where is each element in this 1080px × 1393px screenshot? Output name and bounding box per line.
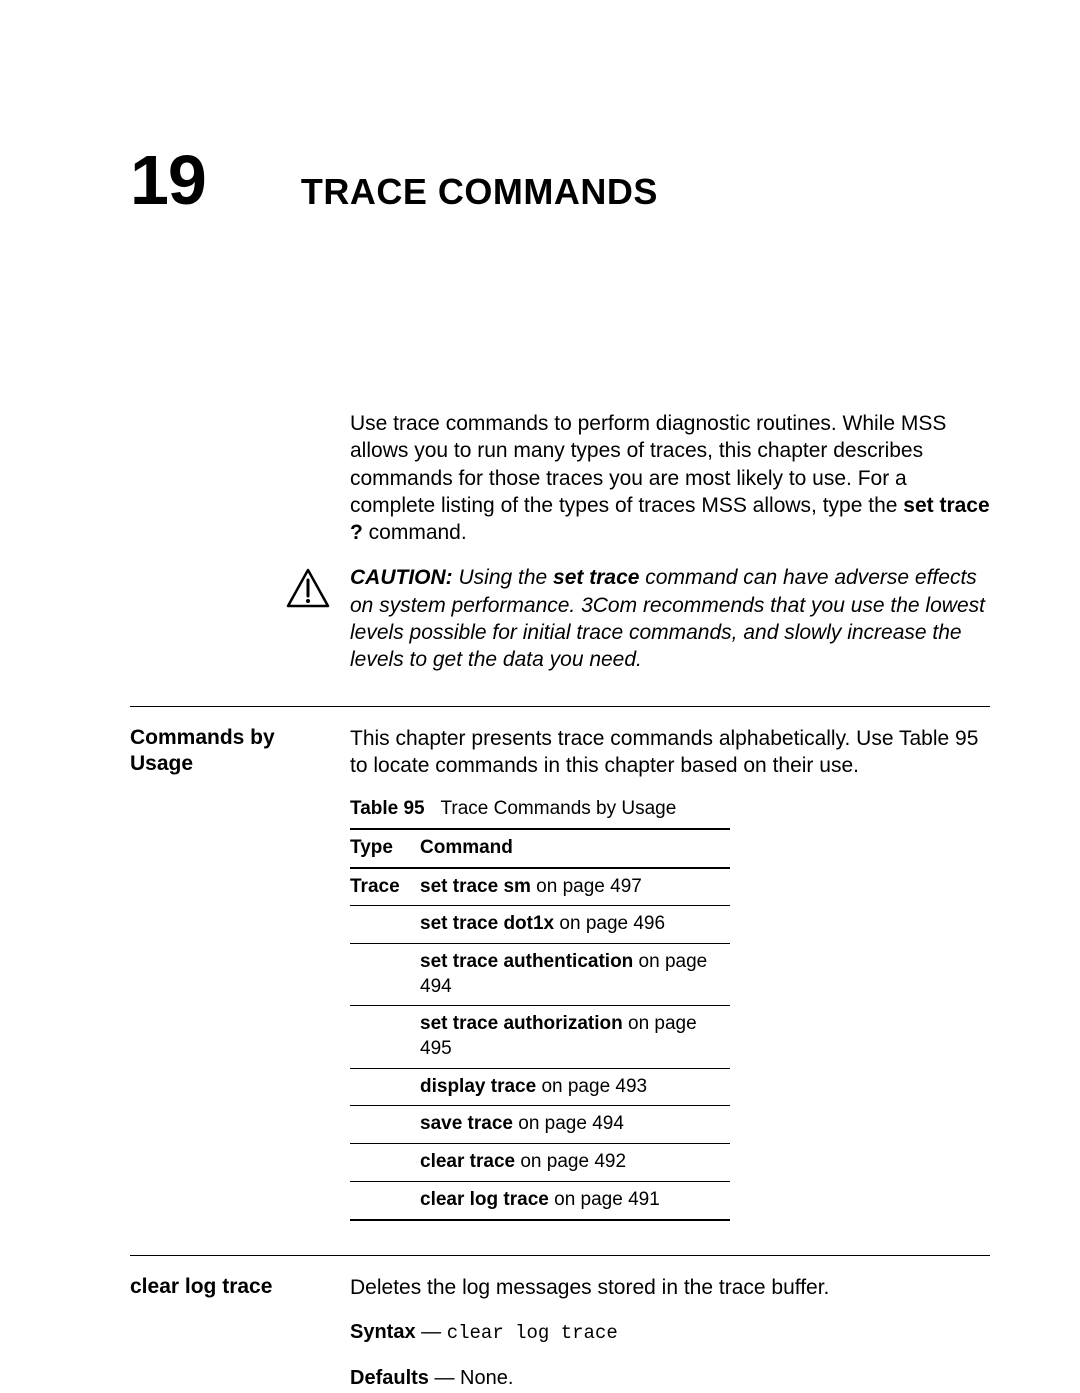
- caution-block: CAUTION: Using the set trace command can…: [130, 564, 990, 673]
- caution-text: CAUTION: Using the set trace command can…: [350, 564, 990, 673]
- chapter-title: TRACE COMMANDS: [301, 171, 658, 213]
- clear-log-trace-section: clear log trace Deletes the log messages…: [130, 1266, 990, 1393]
- clear-log-trace-heading: clear log trace: [130, 1274, 330, 1393]
- row-type: [350, 944, 420, 1006]
- syntax-command: clear log trace: [447, 1322, 618, 1344]
- row-type: [350, 1144, 420, 1182]
- row-cmd: clear trace: [420, 1151, 515, 1172]
- section-divider: [130, 706, 990, 707]
- column-header-command: Command: [420, 829, 730, 868]
- row-cmd: set trace dot1x: [420, 913, 554, 934]
- commands-by-usage-section: Commands by Usage This chapter presents …: [130, 717, 990, 1221]
- row-cmd: save trace: [420, 1113, 513, 1134]
- row-tail: on page 496: [554, 913, 665, 934]
- syntax-line: Syntax — clear log trace: [350, 1317, 990, 1348]
- row-cmd: set trace authorization: [420, 1013, 623, 1034]
- row-tail: on page 497: [531, 876, 642, 897]
- commands-by-usage-heading: Commands by Usage: [130, 725, 330, 1221]
- syntax-sep: —: [416, 1321, 447, 1343]
- row-type: [350, 906, 420, 944]
- syntax-label: Syntax: [350, 1321, 416, 1343]
- defaults-line: Defaults — None.: [350, 1363, 990, 1393]
- commands-table: Type Command Trace set trace sm on page …: [350, 828, 730, 1221]
- row-type: [350, 1181, 420, 1219]
- table-title: Trace Commands by Usage: [440, 798, 676, 819]
- intro-text-a: Use trace commands to perform diagnostic…: [350, 412, 946, 517]
- table-caption: Table 95 Trace Commands by Usage: [350, 797, 990, 822]
- defaults-label: Defaults: [350, 1367, 429, 1389]
- intro-text-b: command.: [363, 521, 467, 544]
- chapter-heading: 19 TRACE COMMANDS: [130, 140, 990, 220]
- table-row: Trace set trace sm on page 497: [350, 868, 730, 906]
- table-row: save trace on page 494: [350, 1106, 730, 1144]
- defaults-sep: —: [429, 1367, 460, 1389]
- row-type: [350, 1106, 420, 1144]
- caution-cmd: set trace: [553, 566, 639, 589]
- column-header-type: Type: [350, 829, 420, 868]
- caution-lead: CAUTION:: [350, 566, 453, 589]
- defaults-value: None.: [460, 1367, 513, 1389]
- row-tail: on page 491: [549, 1189, 660, 1210]
- row-cmd: clear log trace: [420, 1189, 549, 1210]
- table-row: clear trace on page 492: [350, 1144, 730, 1182]
- row-type: [350, 1068, 420, 1106]
- row-tail: on page 493: [536, 1076, 647, 1097]
- table-label: Table 95: [350, 798, 425, 819]
- table-row: display trace on page 493: [350, 1068, 730, 1106]
- row-cmd: display trace: [420, 1076, 536, 1097]
- intro-paragraph: Use trace commands to perform diagnostic…: [350, 410, 990, 546]
- chapter-number: 19: [130, 140, 206, 220]
- table-row: set trace dot1x on page 496: [350, 906, 730, 944]
- table-row: set trace authorization on page 495: [350, 1006, 730, 1068]
- row-cmd: set trace sm: [420, 876, 531, 897]
- row-cmd: set trace authentication: [420, 951, 633, 972]
- section-divider: [130, 1255, 990, 1256]
- row-tail: on page 492: [515, 1151, 626, 1172]
- caution-t1: Using the: [453, 566, 553, 589]
- row-type: [350, 1006, 420, 1068]
- row-tail: on page 494: [513, 1113, 624, 1134]
- table-row: set trace authentication on page 494: [350, 944, 730, 1006]
- commands-by-usage-body: This chapter presents trace commands alp…: [350, 725, 990, 780]
- caution-icon: [286, 568, 330, 613]
- table-row: clear log trace on page 491: [350, 1181, 730, 1219]
- clear-log-trace-body: Deletes the log messages stored in the t…: [350, 1274, 990, 1301]
- row-type: Trace: [350, 868, 420, 906]
